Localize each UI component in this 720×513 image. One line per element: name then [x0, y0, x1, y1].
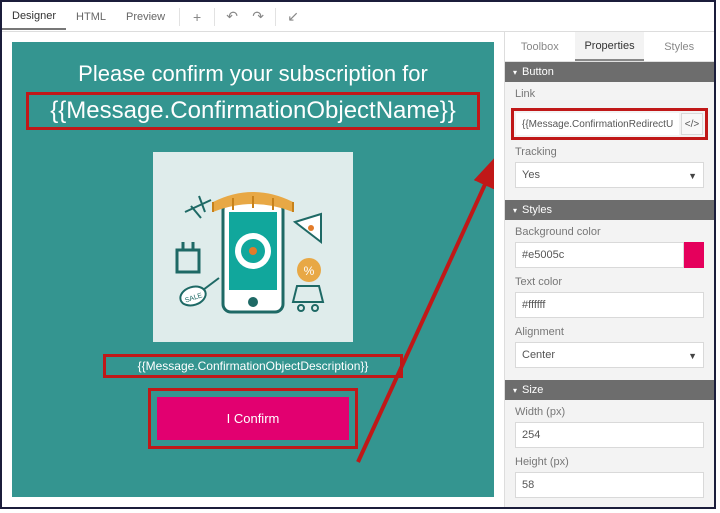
properties-panel: Toolbox Properties Styles ▾ Button Link …: [504, 32, 714, 507]
add-button[interactable]: +: [184, 4, 210, 30]
chevron-down-icon: ▾: [513, 206, 517, 215]
undo-button[interactable]: ↶: [219, 4, 245, 30]
panel-tabs: Toolbox Properties Styles: [505, 32, 714, 62]
hero-image-placeholder[interactable]: SALE %: [153, 152, 353, 342]
section-button-header[interactable]: ▾ Button: [505, 62, 714, 82]
separator: [179, 8, 180, 26]
height-input[interactable]: [515, 472, 704, 498]
section-size-header[interactable]: ▾ Size: [505, 380, 714, 400]
plus-icon: +: [193, 9, 201, 25]
chevron-down-icon: ▼: [688, 351, 697, 361]
bg-color-label: Background color: [515, 226, 704, 238]
width-label: Width (px): [515, 406, 704, 418]
panel-tab-properties[interactable]: Properties: [575, 32, 645, 61]
alignment-select[interactable]: Center ▼: [515, 342, 704, 368]
text-color-input[interactable]: [515, 292, 704, 318]
tracking-value: Yes: [522, 169, 540, 181]
undo-icon: ↶: [226, 8, 238, 25]
tracking-select[interactable]: Yes ▼: [515, 162, 704, 188]
chevron-down-icon: ▼: [688, 171, 697, 181]
collapse-button[interactable]: ↙: [280, 4, 306, 30]
annotation-objectname: {{Message.ConfirmationObjectName}}: [26, 92, 480, 130]
tracking-label: Tracking: [515, 146, 704, 158]
svg-text:%: %: [304, 264, 315, 278]
alignment-value: Center: [522, 349, 555, 361]
tab-html[interactable]: HTML: [66, 5, 116, 29]
email-canvas[interactable]: Please confirm your subscription for {{M…: [12, 42, 494, 497]
redo-button[interactable]: ↷: [245, 4, 271, 30]
tab-preview[interactable]: Preview: [116, 5, 175, 29]
annotation-confirm-button: I Confirm: [148, 388, 358, 449]
panel-tab-styles[interactable]: Styles: [644, 32, 714, 61]
separator: [214, 8, 215, 26]
confirm-button[interactable]: I Confirm: [157, 397, 349, 440]
design-canvas-wrap: Please confirm your subscription for {{M…: [2, 32, 504, 507]
text-color-label: Text color: [515, 276, 704, 288]
annotation-link-field: </>: [511, 108, 708, 140]
bg-color-input[interactable]: [515, 242, 684, 268]
headline-text: Please confirm your subscription for: [26, 60, 480, 88]
store-illustration-icon: SALE %: [153, 152, 353, 342]
tab-designer[interactable]: Designer: [2, 4, 66, 30]
code-icon: </>: [685, 119, 699, 130]
link-label: Link: [515, 88, 704, 100]
top-toolbar: Designer HTML Preview + ↶ ↷ ↙: [2, 2, 714, 32]
panel-tab-toolbox[interactable]: Toolbox: [505, 32, 575, 61]
width-input[interactable]: [515, 422, 704, 448]
collapse-icon: ↙: [287, 8, 299, 25]
section-button-title: Button: [522, 66, 554, 78]
annotation-description: {{Message.ConfirmationObjectDescription}…: [103, 354, 403, 378]
bg-color-swatch[interactable]: [684, 242, 704, 268]
object-name-placeholder[interactable]: {{Message.ConfirmationObjectName}}: [33, 97, 473, 125]
alignment-label: Alignment: [515, 326, 704, 338]
description-placeholder[interactable]: {{Message.ConfirmationObjectDescription}…: [110, 359, 396, 373]
section-styles-header[interactable]: ▾ Styles: [505, 200, 714, 220]
link-input[interactable]: [516, 113, 679, 135]
section-styles-title: Styles: [522, 204, 552, 216]
height-label: Height (px): [515, 456, 704, 468]
separator: [275, 8, 276, 26]
code-editor-button[interactable]: </>: [681, 113, 703, 135]
chevron-down-icon: ▾: [513, 386, 517, 395]
redo-icon: ↷: [252, 8, 264, 25]
chevron-down-icon: ▾: [513, 68, 517, 77]
section-size-title: Size: [522, 384, 543, 396]
